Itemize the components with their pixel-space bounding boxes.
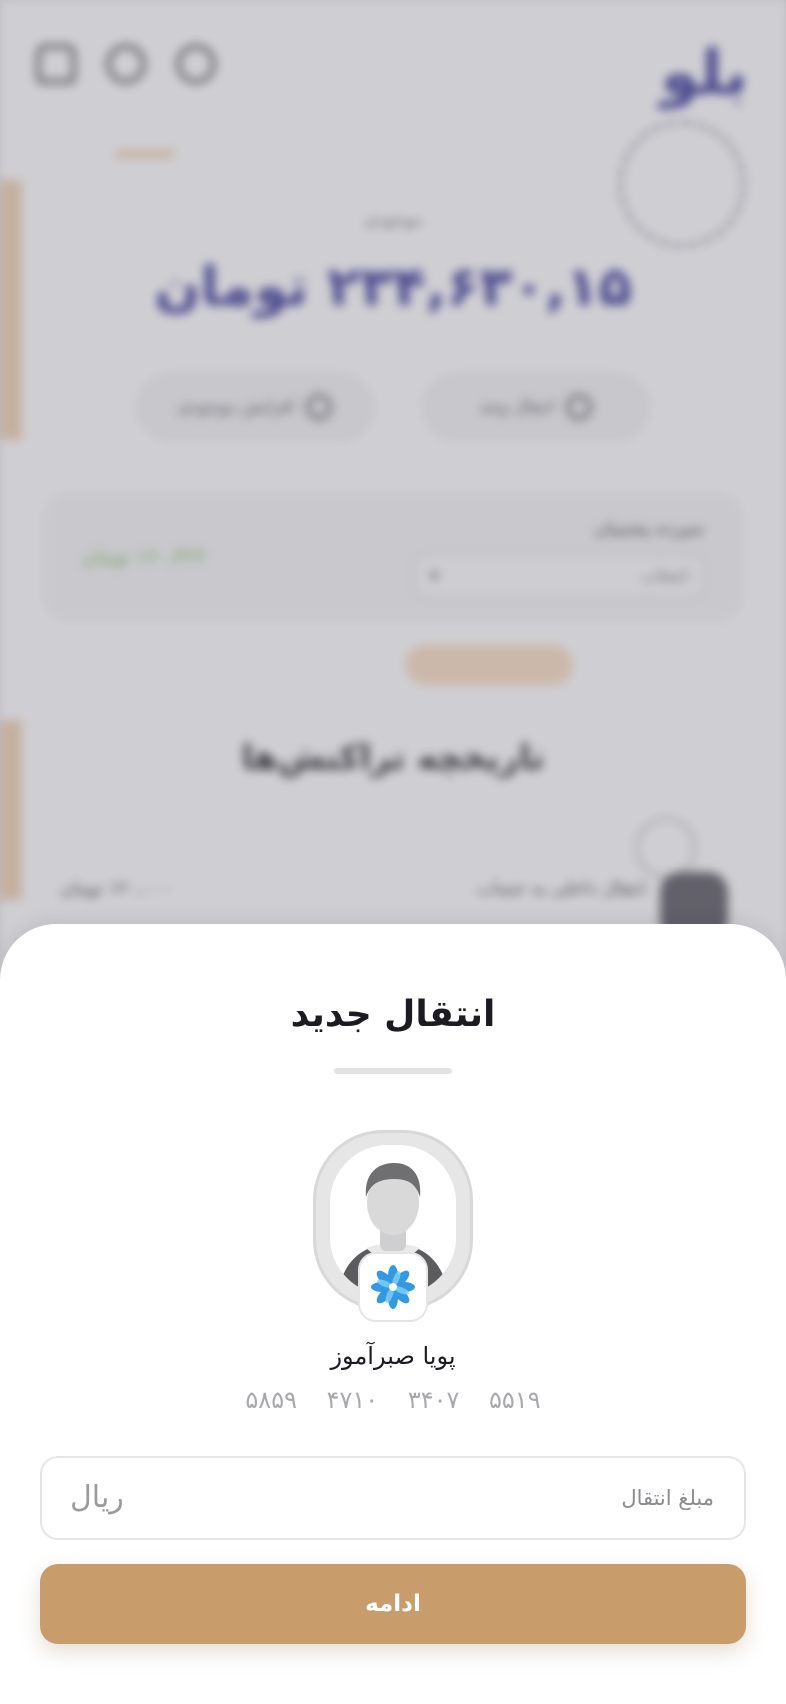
card-number-group: ۴۷۱۰	[326, 1386, 379, 1414]
continue-button[interactable]: ادامه	[40, 1564, 746, 1644]
sheet-title: انتقال جدید	[290, 994, 496, 1035]
card-number-group: ۳۴۰۷	[407, 1386, 460, 1414]
recipient-card-number: ۵۸۵۹ ۴۷۱۰ ۳۴۰۷ ۵۵۱۹	[0, 1386, 786, 1414]
transfer-amount-input[interactable]	[184, 1458, 744, 1538]
sheet-divider	[334, 1068, 452, 1074]
card-number-group: ۵۸۵۹	[245, 1386, 297, 1414]
transfer-amount-field[interactable]: ریال	[40, 1456, 746, 1540]
card-number-group: ۵۵۱۹	[489, 1386, 541, 1414]
bank-logo-icon	[358, 1252, 428, 1322]
recipient-name: پویا صبرآموز	[330, 1342, 456, 1370]
currency-unit: ریال	[70, 1480, 124, 1515]
new-transfer-sheet: انتقال جدید پویا صبرآموز ۵۸۵۹ ۴۷۱۰ ۳۴۰۷ …	[0, 924, 786, 1704]
